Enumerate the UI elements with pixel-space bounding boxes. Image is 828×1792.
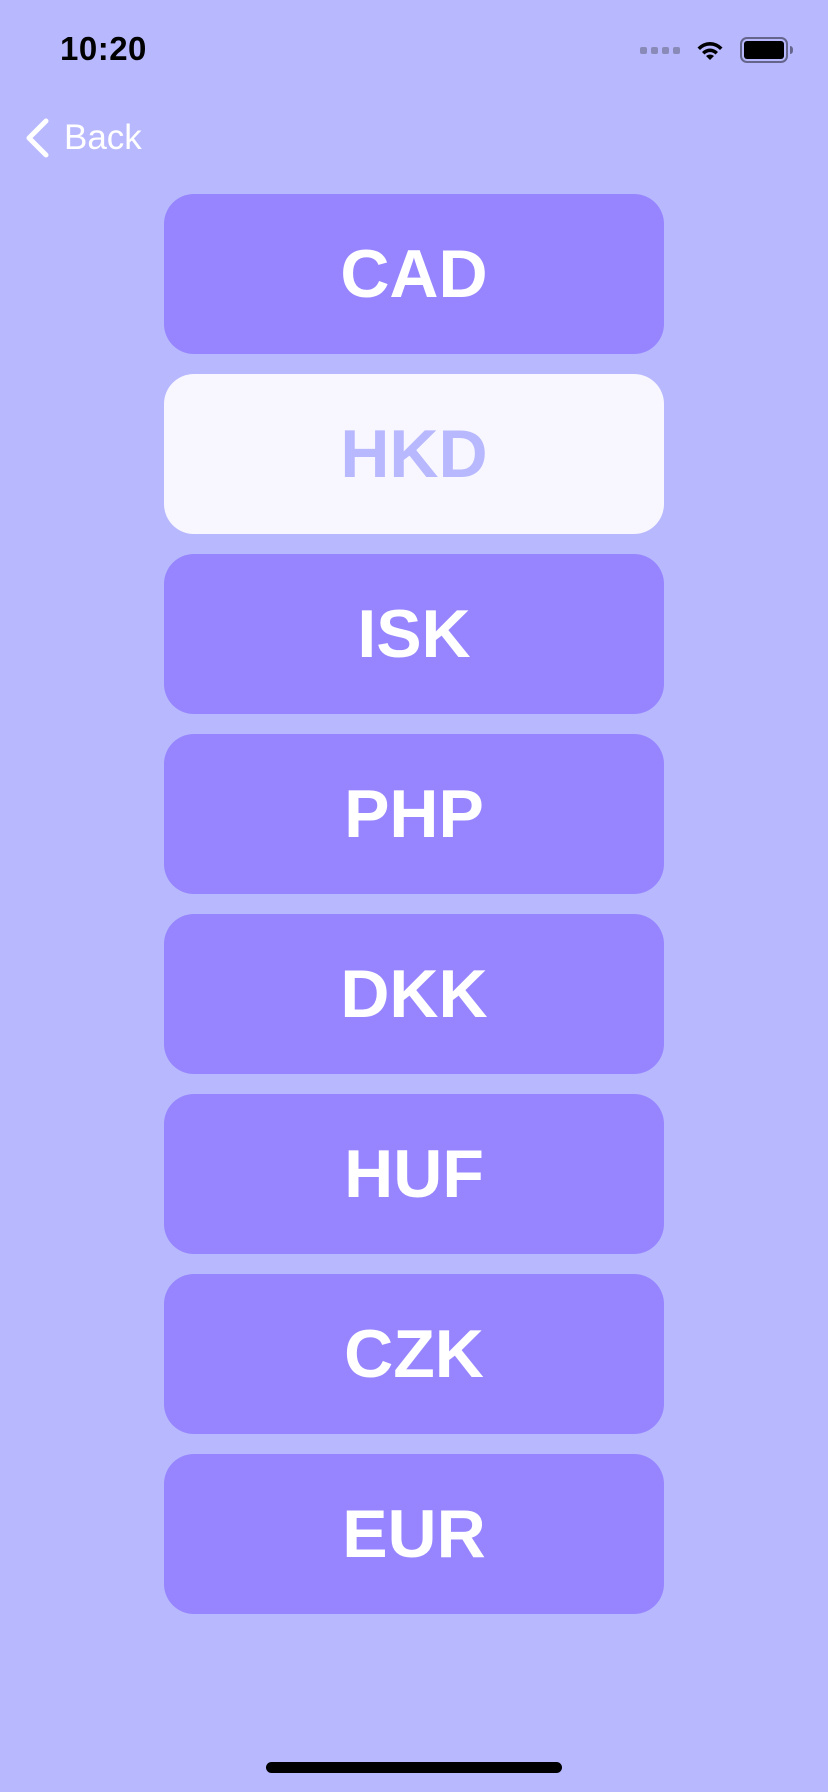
currency-button-cad[interactable]: CAD xyxy=(164,194,664,354)
status-bar: 10:20 xyxy=(0,0,828,100)
chevron-left-icon xyxy=(26,118,49,158)
currency-list: CAD HKD ISK PHP DKK HUF CZK EUR xyxy=(164,194,664,1614)
cellular-signal-icon xyxy=(640,36,680,64)
wifi-icon xyxy=(697,42,723,60)
currency-button-php[interactable]: PHP xyxy=(164,734,664,894)
currency-button-czk[interactable]: CZK xyxy=(164,1274,664,1434)
back-label: Back xyxy=(64,118,142,157)
status-time: 10:20 xyxy=(60,30,147,67)
navigation-bar: Back xyxy=(0,110,828,170)
currency-button-huf[interactable]: HUF xyxy=(164,1094,664,1254)
currency-button-eur[interactable]: EUR xyxy=(164,1454,664,1614)
battery-icon xyxy=(740,37,793,63)
home-indicator[interactable] xyxy=(266,1762,562,1773)
currency-button-isk[interactable]: ISK xyxy=(164,554,664,714)
currency-button-hkd[interactable]: HKD xyxy=(164,374,664,534)
currency-button-dkk[interactable]: DKK xyxy=(164,914,664,1074)
status-icons xyxy=(640,36,794,64)
back-button[interactable]: Back xyxy=(24,118,142,158)
